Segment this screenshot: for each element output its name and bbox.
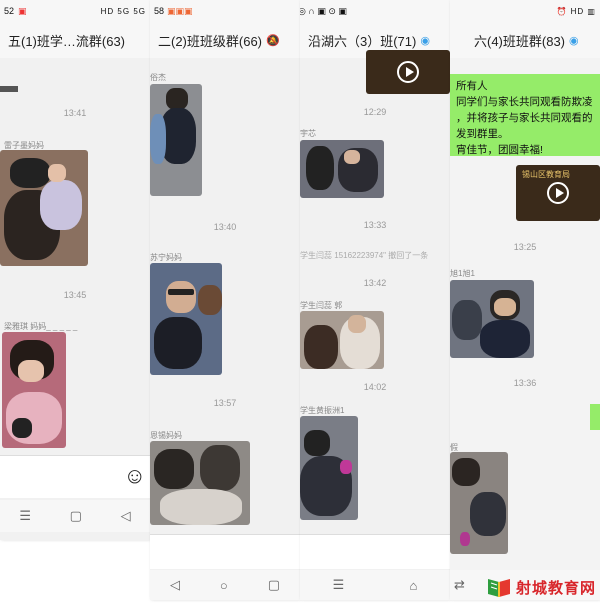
status-indicators: HD 5G 5G [100,6,146,16]
timestamp: 13:40 [213,222,237,232]
play-icon[interactable] [547,182,569,204]
status-indicators: ⏰ HD ▥ [556,6,596,16]
chat-panel-2: 58 ▣▣▣ 二(2)班班级群(66) 🔕 俗杰 13:40 苏宁妈妈 13:5… [150,0,300,600]
chat-header[interactable]: 五(1)班学…流群(63) [0,22,150,58]
timestamp: 13:57 [213,398,237,408]
menu-icon[interactable]: ☰ [19,508,31,524]
group-badge-icon: ◉ [420,34,430,47]
photo-message[interactable] [150,263,222,375]
cropped-message [0,86,18,92]
group-title: 五(1)班学…流群(63) [8,33,126,49]
sender-name: 学生黄振洲1 [300,406,345,415]
timestamp: 14:02 [363,382,387,392]
sender-name: 梁雅琪 妈妈_ _ _ _ _ [4,322,78,331]
home-icon[interactable]: ⌂ [410,578,418,593]
sender-name: 恩锡妈妈 [150,431,182,440]
timestamp: 13:45 [63,290,87,300]
input-bar[interactable] [150,534,300,569]
message-line: 所有人 [456,80,488,92]
switch-icon[interactable]: ⇄ [454,577,465,593]
mute-bell-icon: 🔕 [266,34,280,47]
chat-header[interactable]: 六(4)班班群(83) ◉ [450,22,600,58]
chat-panel-1: 52 ▣ HD 5G 5G 五(1)班学…流群(63) 13:41 雷子墨妈妈 … [0,0,150,540]
back-icon[interactable]: ◁ [170,577,180,593]
app-notification-icon: ▣ [18,5,27,16]
input-bar[interactable] [300,534,450,569]
system-nav-bar: ☰ ▢ ◁ [0,500,150,532]
group-title: 二(2)班班级群(66) [158,33,263,49]
video-message[interactable]: 锡山区教育局 [516,165,600,221]
photo-message[interactable] [300,140,384,198]
status-bar: 58 ▣▣▣ [150,0,300,22]
photo-message[interactable] [150,84,202,196]
sender-name: 俗杰 [150,73,166,82]
timestamp: 13:36 [513,378,537,388]
chat-panel-4: ⏰ HD ▥ 六(4)班班群(83) ◉ 所有人 同学们与家长共同观看防欺凌 ，… [450,0,600,600]
recents-icon[interactable]: ▢ [268,577,280,593]
menu-icon[interactable]: ☰ [333,577,345,593]
site-name: 射城教育网 [515,580,596,597]
photo-message[interactable] [150,441,250,525]
book-logo-icon [486,578,512,598]
site-logo: 射城教育网 [486,577,596,598]
home-icon[interactable]: ○ [220,578,228,593]
photo-message[interactable] [450,280,534,358]
status-icons: ◎ ∩ ▣ ⊙ ▣ [300,5,347,16]
chat-panel-3: ◎ ∩ ▣ ⊙ ▣ 沿湖六（3）班(71) ◉ 12:29 宇芯 13:33 学… [300,0,450,600]
sender-name: 苏宁妈妈 [150,253,182,262]
photo-message[interactable] [300,416,358,520]
sender-name: 学生闫蕊 郭 [300,301,343,310]
system-nav-bar: ☰ ⌂ [300,570,450,600]
video-message[interactable] [366,50,450,94]
app-notification-icon: ▣▣▣ [167,5,193,16]
timestamp: 12:29 [363,107,387,117]
message-line: 发到群里。 [456,128,509,140]
status-bar: ◎ ∩ ▣ ⊙ ▣ [300,0,450,22]
chat-header[interactable]: 二(2)班班级群(66) 🔕 [150,22,300,58]
announcement-message[interactable]: 所有人 同学们与家长共同观看防欺凌 ，并将孩子与家长共同观看的 发到群里。 宵佳… [450,74,600,156]
message-line: ，并将孩子与家长共同观看的 [456,112,593,124]
recall-notice: 学生闫蕊 15162223974" 撤回了一条 [300,251,429,260]
timestamp: 13:25 [513,242,537,252]
system-nav-bar: ◁ ○ ▢ [150,570,300,600]
group-title: 沿湖六（3）班(71) [308,33,417,49]
timestamp: 13:33 [363,220,387,230]
sender-name: 宇芯 [300,129,316,138]
status-time: 52 [4,6,15,16]
back-icon[interactable]: ◁ [121,508,131,524]
photo-message[interactable] [450,452,508,554]
message-line: 同学们与家长共同观看防欺凌 [456,96,593,108]
timestamp: 13:41 [63,108,87,118]
status-bar: 52 ▣ HD 5G 5G [0,0,150,22]
photo-message[interactable] [0,150,88,266]
video-caption: 锡山区教育局 [522,170,570,179]
play-icon[interactable] [397,61,419,83]
sender-name: 旭1旭1 [450,269,475,278]
emoji-icon[interactable]: ☺ [124,464,146,488]
photo-message[interactable] [300,311,384,369]
message-line: 宵佳节，团圆幸福! [456,144,543,156]
group-badge-icon: ◉ [569,34,579,47]
photo-message[interactable] [2,332,66,448]
input-bar: ☺ [0,455,150,498]
status-bar: ⏰ HD ▥ [450,0,600,22]
group-title: 六(4)班班群(83) [474,33,566,49]
home-icon[interactable]: ▢ [70,508,82,524]
cropped-green-bubble [590,404,600,430]
status-time: 58 [154,6,165,16]
timestamp: 13:42 [363,278,387,288]
message-input[interactable] [4,464,116,490]
